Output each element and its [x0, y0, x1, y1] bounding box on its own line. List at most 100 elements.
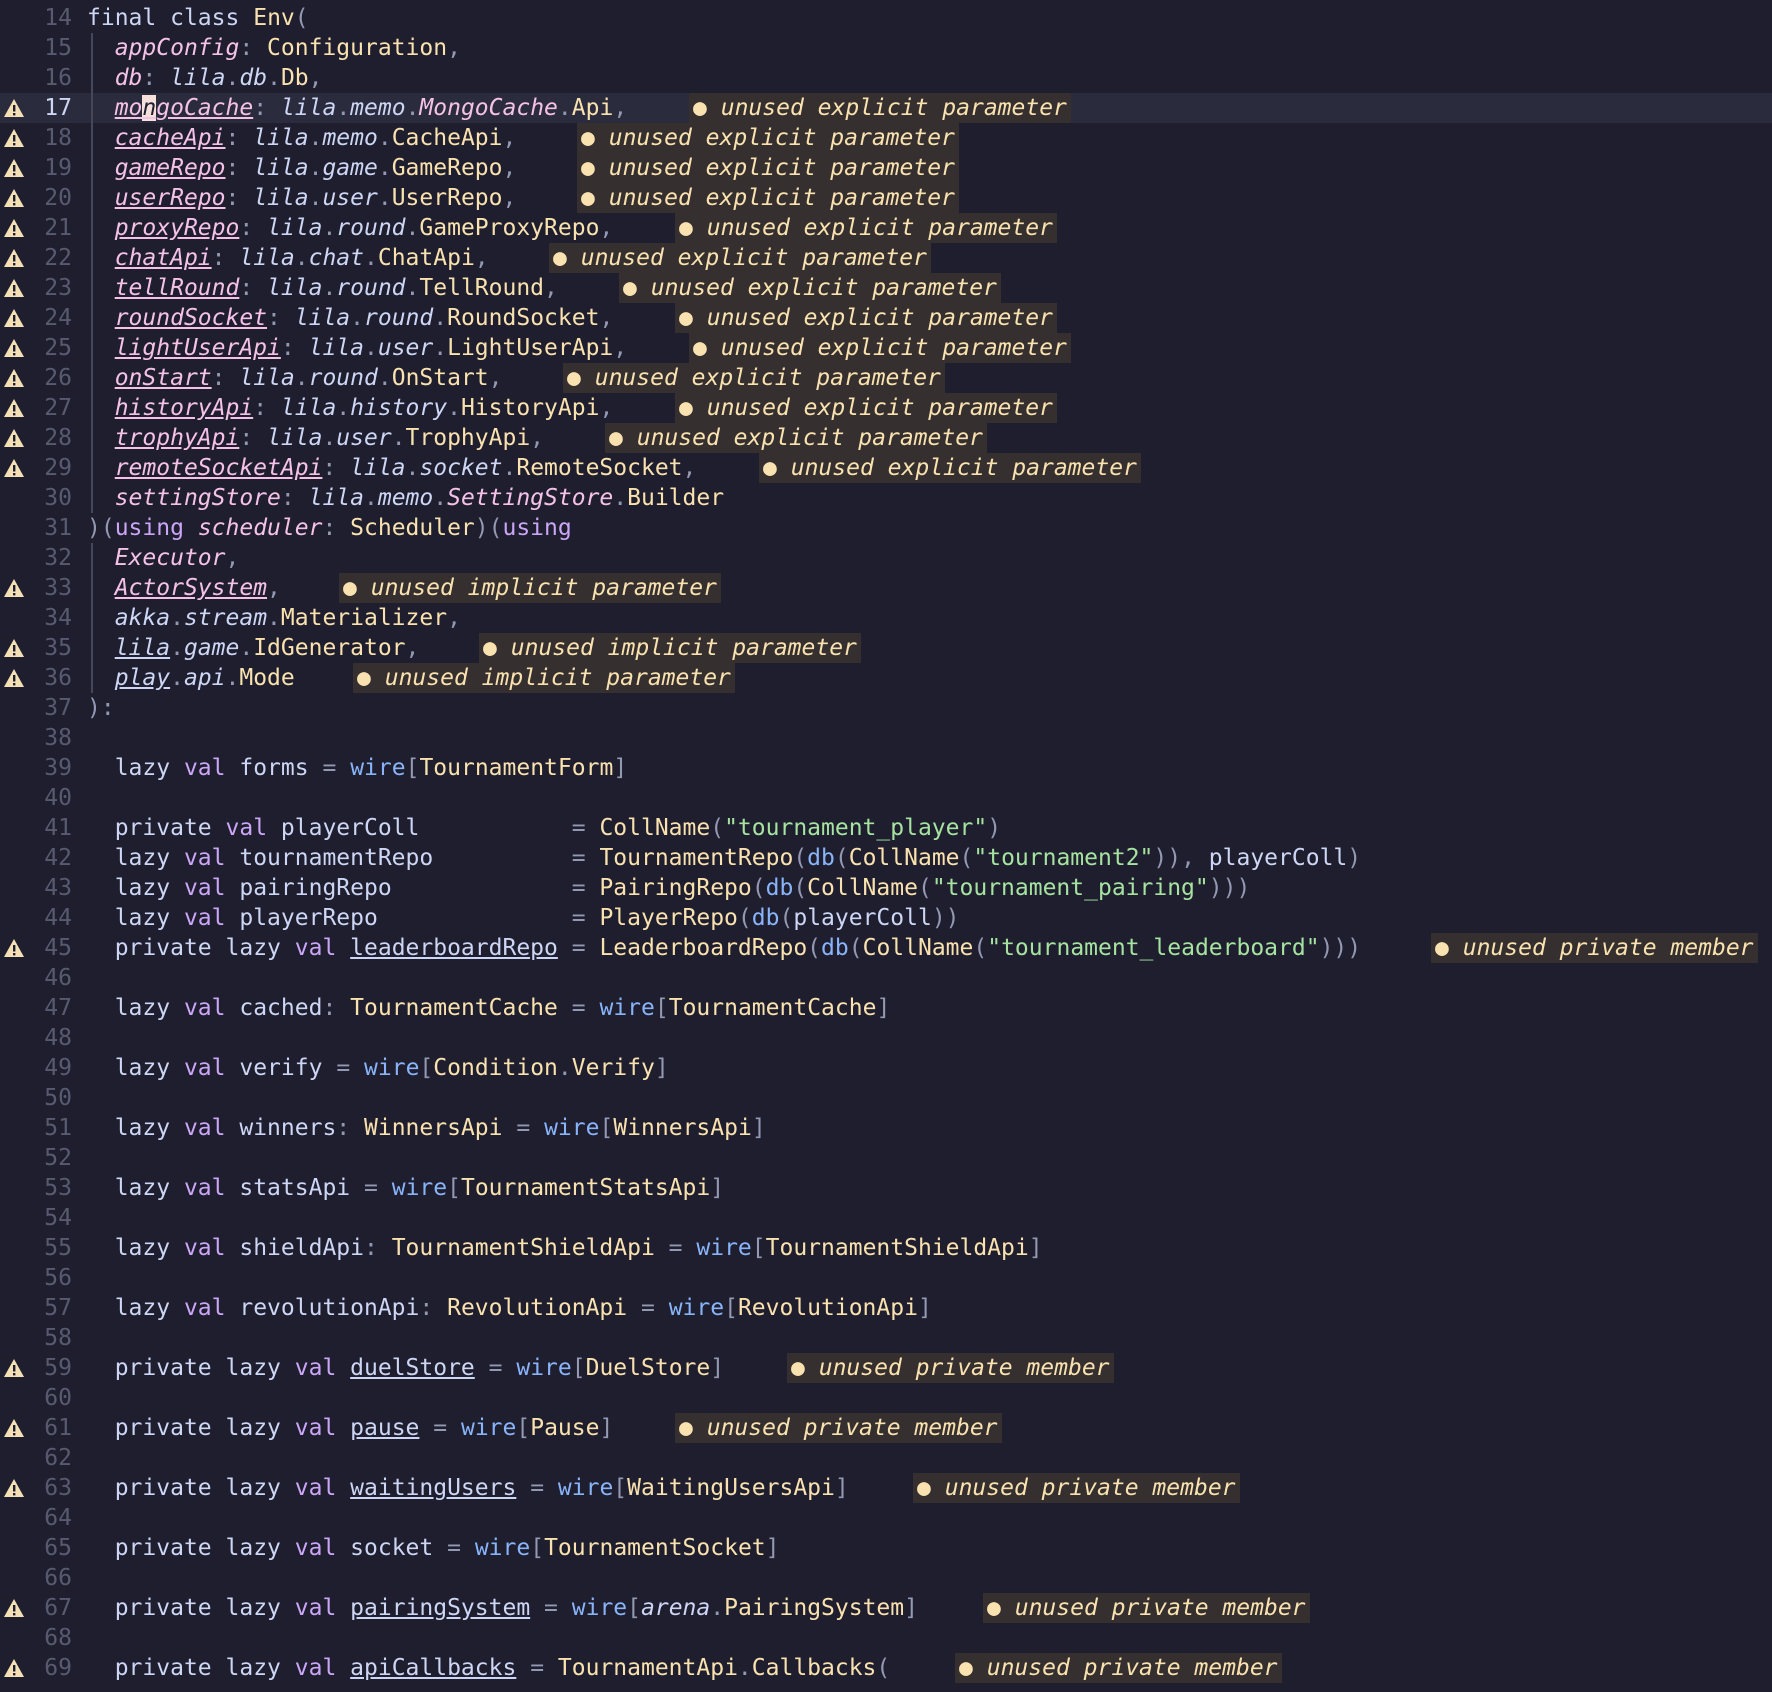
code-line[interactable]: 67 private lazy val pairingSystem = wire…	[0, 1593, 1772, 1623]
code-line[interactable]: 46	[0, 963, 1772, 993]
warning-icon[interactable]	[1, 933, 27, 963]
warning-icon[interactable]	[1, 1353, 27, 1383]
code-line[interactable]: 69 private lazy val apiCallbacks = Tourn…	[0, 1653, 1772, 1683]
code-line[interactable]: 39 lazy val forms = wire[TournamentForm]	[0, 753, 1772, 783]
code-line[interactable]: 45 private lazy val leaderboardRepo = Le…	[0, 933, 1772, 963]
code-text: play.api.Mode	[114, 665, 295, 691]
warning-icon[interactable]	[1, 423, 27, 453]
code-line[interactable]: 51 lazy val winners: WinnersApi = wire[W…	[0, 1113, 1772, 1143]
code-line[interactable]: 54	[0, 1203, 1772, 1233]
code-line[interactable]: 59 private lazy val duelStore = wire[Due…	[0, 1353, 1772, 1383]
warning-icon[interactable]	[1, 153, 27, 183]
code-line[interactable]: 32 Executor,	[0, 543, 1772, 573]
line-number: 67	[44, 1595, 72, 1621]
code-line[interactable]: 52	[0, 1143, 1772, 1173]
code-line[interactable]: 35 lila.game.IdGenerator, ● unused implic…	[0, 633, 1772, 663]
warning-icon[interactable]	[1, 213, 27, 243]
warning-icon[interactable]	[1, 1413, 27, 1443]
code-line[interactable]: 61 private lazy val pause = wire[Pause] ●…	[0, 1413, 1772, 1443]
diagnostic-text: unused explicit parameter	[580, 245, 927, 271]
code-line[interactable]: 28 trophyApi: lila.user.TrophyApi, ● unus…	[0, 423, 1772, 453]
code-line[interactable]: 24 roundSocket: lila.round.RoundSocket, ●…	[0, 303, 1772, 333]
code-line[interactable]: 37):	[0, 693, 1772, 723]
warning-icon[interactable]	[1, 573, 27, 603]
code-line[interactable]: 55 lazy val shieldApi: TournamentShieldA…	[0, 1233, 1772, 1263]
code-line[interactable]: 30 settingStore: lila.memo.SettingStore.…	[0, 483, 1772, 513]
code-line[interactable]: 40	[0, 783, 1772, 813]
warning-icon[interactable]	[1, 1593, 27, 1623]
code-line[interactable]: 47 lazy val cached: TournamentCache = wi…	[0, 993, 1772, 1023]
code-line[interactable]: 50	[0, 1083, 1772, 1113]
code-line[interactable]: 43 lazy val pairingRepo = PairingRepo(db…	[0, 873, 1772, 903]
warning-icon[interactable]	[1, 273, 27, 303]
warning-icon[interactable]	[1, 333, 27, 363]
code-line[interactable]: 25 lightUserApi: lila.user.LightUserApi,…	[0, 333, 1772, 363]
diagnostic-text: unused explicit parameter	[706, 305, 1053, 331]
code-line[interactable]: 60	[0, 1383, 1772, 1413]
warning-icon[interactable]	[1, 633, 27, 663]
diagnostic-label: ● unused private member	[787, 1353, 1114, 1383]
code-line[interactable]: 18 cacheApi: lila.memo.CacheApi, ● unused…	[0, 123, 1772, 153]
warning-icon[interactable]	[1, 1653, 27, 1683]
line-number: 25	[44, 335, 72, 361]
code-line[interactable]: 27 historyApi: lila.history.HistoryApi, ●…	[0, 393, 1772, 423]
diagnostic-text: unused explicit parameter	[720, 335, 1067, 361]
code-line[interactable]: 64	[0, 1503, 1772, 1533]
code-line[interactable]: 33 ActorSystem, ● unused implicit paramet…	[0, 573, 1772, 603]
code-line[interactable]: 23 tellRound: lila.round.TellRound, ● unu…	[0, 273, 1772, 303]
line-number: 22	[44, 245, 72, 271]
warning-icon[interactable]	[1, 393, 27, 423]
code-line[interactable]: 66	[0, 1563, 1772, 1593]
code-editor[interactable]: 14 final class Env(15 appConfig: Configur…	[0, 0, 1772, 1692]
diagnostic-label: ● unused private member	[955, 1653, 1282, 1683]
warning-icon[interactable]	[1, 183, 27, 213]
code-line[interactable]: 20 userRepo: lila.user.UserRepo, ● unused…	[0, 183, 1772, 213]
code-line[interactable]: 21 proxyRepo: lila.round.GameProxyRepo, ●…	[0, 213, 1772, 243]
code-line[interactable]: 48	[0, 1023, 1772, 1053]
code-line[interactable]: 17 mongoCache: lila.memo.MongoCache.Api,…	[0, 93, 1772, 123]
code-line[interactable]: 62	[0, 1443, 1772, 1473]
code-line[interactable]: 56	[0, 1263, 1772, 1293]
dot-icon: ●	[357, 665, 371, 691]
code-line[interactable]: 58	[0, 1323, 1772, 1353]
code-line[interactable]: 36 play.api.Mode ● unused implicit parame…	[0, 663, 1772, 693]
code-line[interactable]: 65 private lazy val socket = wire[Tourna…	[0, 1533, 1772, 1563]
code-line[interactable]: 68	[0, 1623, 1772, 1653]
code-line[interactable]: 34 akka.stream.Materializer,	[0, 603, 1772, 633]
diagnostic-label: ● unused private member	[983, 1593, 1310, 1623]
dot-icon: ●	[679, 305, 693, 331]
line-number: 16	[44, 65, 72, 91]
code-line[interactable]: 14 final class Env(	[0, 3, 1772, 33]
code-text: final class Env(	[87, 5, 309, 31]
warning-icon[interactable]	[1, 123, 27, 153]
code-line[interactable]: 29 remoteSocketApi: lila.socket.RemoteSo…	[0, 453, 1772, 483]
dot-icon: ●	[987, 1595, 1001, 1621]
code-line[interactable]: 38	[0, 723, 1772, 753]
warning-icon[interactable]	[1, 1473, 27, 1503]
warning-icon[interactable]	[1, 243, 27, 273]
code-line[interactable]: 57 lazy val revolutionApi: RevolutionApi…	[0, 1293, 1772, 1323]
code-line[interactable]: 63 private lazy val waitingUsers = wire[…	[0, 1473, 1772, 1503]
diagnostic-text: unused explicit parameter	[608, 125, 955, 151]
code-line[interactable]: 15 appConfig: Configuration,	[0, 33, 1772, 63]
code-line[interactable]: 16 db: lila.db.Db,	[0, 63, 1772, 93]
code-line[interactable]: 26 onStart: lila.round.OnStart, ● unused …	[0, 363, 1772, 393]
code-text: private lazy val waitingUsers = wire[Wai…	[114, 1475, 849, 1501]
code-line[interactable]: 41 private val playerColl = CollName("to…	[0, 813, 1772, 843]
code-text: trophyApi: lila.user.TrophyApi,	[114, 425, 545, 451]
warning-icon[interactable]	[1, 93, 27, 123]
line-number: 50	[44, 1085, 72, 1111]
warning-icon[interactable]	[1, 453, 27, 483]
warning-icon[interactable]	[1, 363, 27, 393]
code-line[interactable]: 49 lazy val verify = wire[Condition.Veri…	[0, 1053, 1772, 1083]
code-line[interactable]: 53 lazy val statsApi = wire[TournamentSt…	[0, 1173, 1772, 1203]
warning-icon[interactable]	[1, 303, 27, 333]
warning-icon[interactable]	[1, 663, 27, 693]
code-text: onStart: lila.round.OnStart,	[114, 365, 503, 391]
code-line[interactable]: 22 chatApi: lila.chat.ChatApi, ● unused e…	[0, 243, 1772, 273]
code-line[interactable]: 31)(using scheduler: Scheduler)(using	[0, 513, 1772, 543]
code-line[interactable]: 44 lazy val playerRepo = PlayerRepo(db(p…	[0, 903, 1772, 933]
code-line[interactable]: 42 lazy val tournamentRepo = TournamentR…	[0, 843, 1772, 873]
dot-icon: ●	[567, 365, 581, 391]
code-line[interactable]: 19 gameRepo: lila.game.GameRepo, ● unused…	[0, 153, 1772, 183]
